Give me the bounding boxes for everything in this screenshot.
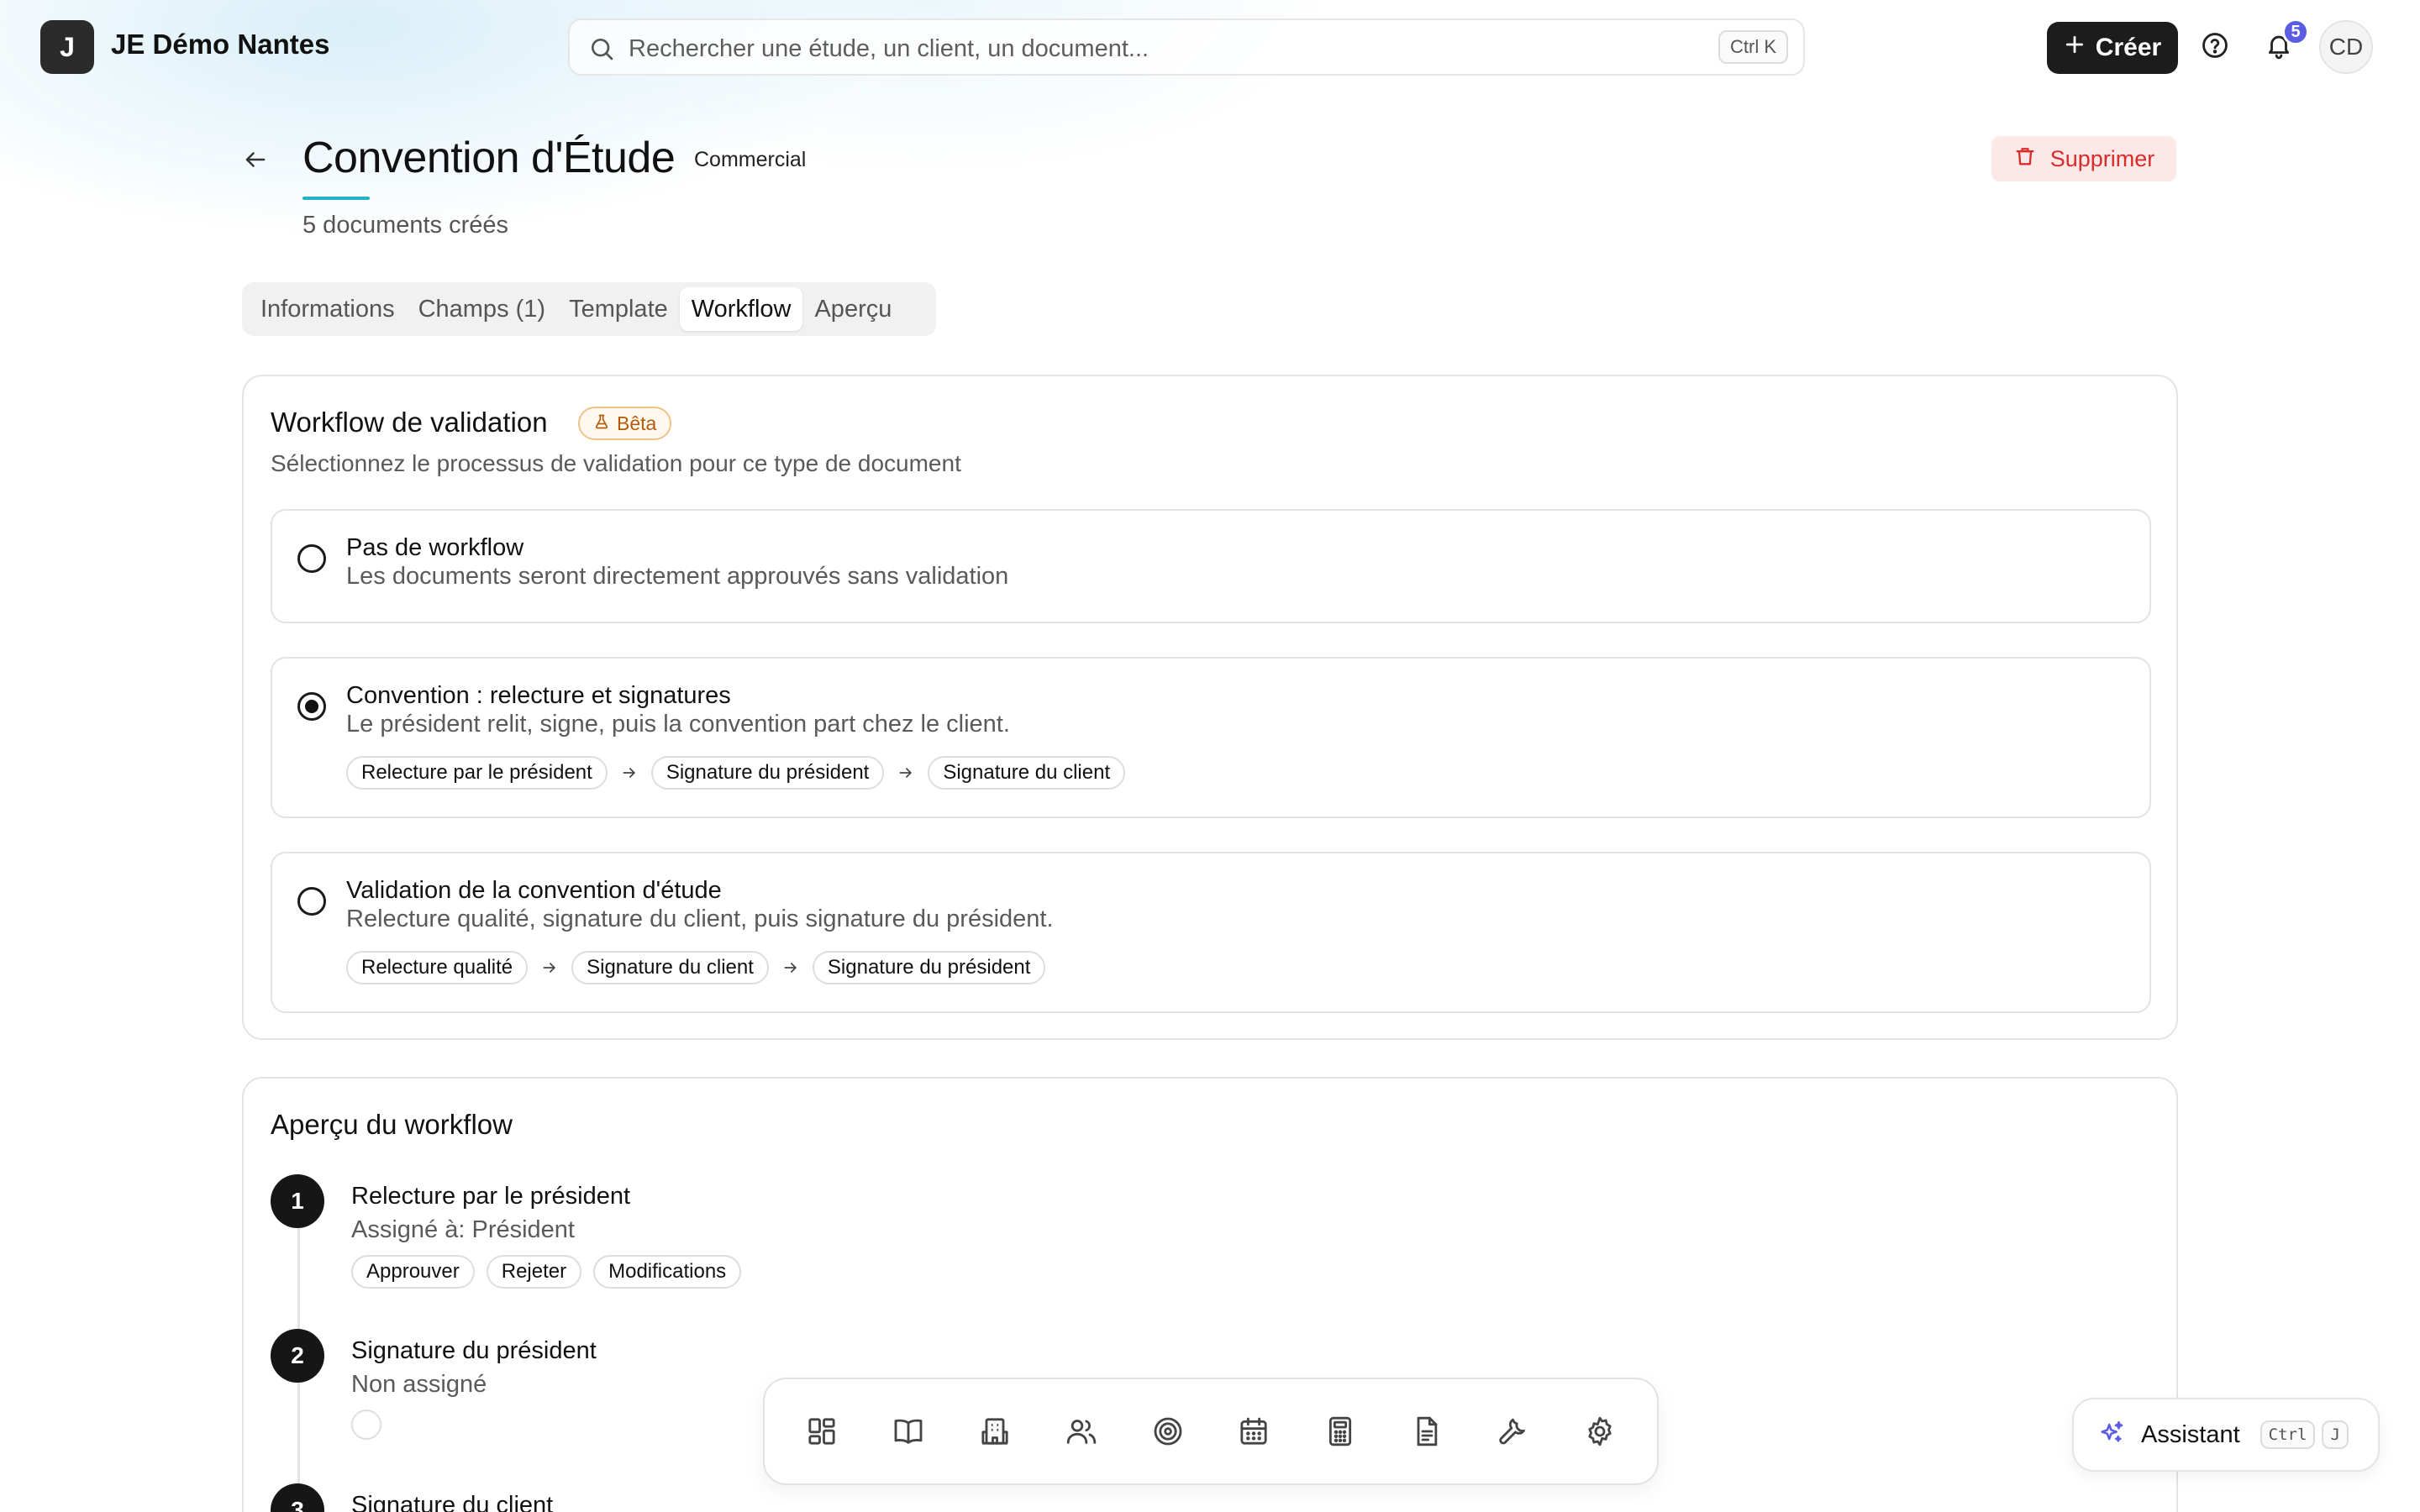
option-title: Validation de la convention d'étude (346, 877, 722, 904)
option-description: Relecture qualité, signature du client, … (346, 906, 1054, 932)
radio-button[interactable] (297, 887, 326, 916)
step-title: Signature du client (351, 1492, 554, 1512)
action-chip-modifications: Modifications (593, 1255, 742, 1289)
arrow-right-icon (781, 958, 801, 978)
document-count: 5 documents créés (302, 212, 509, 239)
beta-badge-label: Bêta (617, 412, 657, 434)
step-chip: Signature du président (812, 951, 1046, 984)
workflow-option-convention-relecture[interactable]: Convention : relecture et signatures Le … (271, 657, 2151, 818)
tab-apercu[interactable]: Aperçu (802, 287, 903, 331)
calendar-icon[interactable] (1227, 1404, 1281, 1458)
step-title: Signature du président (351, 1337, 597, 1364)
step-chip: Signature du président (650, 756, 885, 790)
delete-button[interactable]: Supprimer (1991, 136, 2176, 181)
tab-template[interactable]: Template (557, 287, 680, 331)
notification-count-badge: 5 (2282, 18, 2309, 45)
option-title: Convention : relecture et signatures (346, 682, 731, 709)
arrow-right-icon (619, 763, 639, 783)
option-description: Les documents seront directement approuv… (346, 563, 1009, 590)
book-icon[interactable] (881, 1404, 935, 1458)
tab-bar: Informations Champs (1) Template Workflo… (242, 282, 936, 336)
shortcut-key: J (2322, 1420, 2349, 1449)
back-button[interactable] (239, 144, 272, 178)
step-number: 2 (271, 1329, 324, 1383)
step-assignee: Non assigné (351, 1371, 487, 1398)
radio-button[interactable] (297, 544, 326, 573)
dashboard-icon[interactable] (795, 1404, 849, 1458)
option-title: Pas de workflow (346, 534, 524, 561)
action-chip-reject: Rejeter (486, 1255, 582, 1289)
preview-card-title: Aperçu du workflow (271, 1109, 513, 1140)
search-shortcut: Ctrl K (1718, 30, 1788, 64)
users-icon[interactable] (1055, 1404, 1108, 1458)
top-bar: J JE Démo Nantes Rechercher une étude, u… (0, 0, 2420, 94)
step-chip: Signature du client (928, 756, 1126, 790)
org-name[interactable]: JE Démo Nantes (111, 29, 329, 60)
option-description: Le président relit, signe, puis la conve… (346, 711, 1010, 738)
settings-icon[interactable] (1573, 1404, 1627, 1458)
step-title: Relecture par le président (351, 1183, 631, 1210)
radio-button-selected[interactable] (297, 692, 326, 721)
create-button-label: Créer (2095, 34, 2162, 61)
trash-icon (2013, 144, 2037, 174)
category-badge: Commercial (694, 148, 807, 171)
org-logo[interactable]: J (40, 20, 94, 74)
user-avatar[interactable]: CD (2319, 20, 2373, 74)
help-button[interactable] (2193, 25, 2237, 69)
delete-button-label: Supprimer (2049, 145, 2155, 171)
arrow-right-icon (896, 763, 916, 783)
create-button[interactable]: Créer (2047, 22, 2178, 74)
assistant-shortcut: Ctrl J (2260, 1420, 2349, 1449)
search-bar[interactable]: Rechercher une étude, un client, un docu… (568, 18, 1805, 76)
title-underline (302, 197, 370, 200)
step-number: 1 (271, 1174, 324, 1228)
arrow-left-icon (243, 147, 268, 176)
page-title: Convention d'Étude (302, 134, 676, 182)
building-icon[interactable] (968, 1404, 1022, 1458)
workflow-option-validation-convention[interactable]: Validation de la convention d'étude Rele… (271, 852, 2151, 1013)
document-icon[interactable] (1400, 1404, 1454, 1458)
beta-badge: Bêta (578, 407, 672, 440)
flask-icon (593, 412, 610, 435)
shortcut-key: Ctrl (2260, 1420, 2316, 1449)
empty-actions-placeholder (351, 1410, 381, 1440)
search-icon (588, 35, 615, 62)
bottom-dock (763, 1378, 1659, 1485)
arrow-right-icon (539, 958, 560, 978)
calculator-icon[interactable] (1313, 1404, 1367, 1458)
action-chip-approve: Approuver (351, 1255, 475, 1289)
workflow-card-title: Workflow de validation (271, 407, 548, 438)
step-number: 3 (271, 1483, 324, 1512)
step-chip: Relecture qualité (346, 951, 529, 984)
plus-icon (2064, 34, 2086, 62)
step-actions: Approuver Rejeter Modifications (351, 1255, 742, 1289)
step-assignee: Assigné à: Président (351, 1216, 575, 1243)
assistant-button[interactable]: Assistant Ctrl J (2072, 1398, 2380, 1472)
tab-champs[interactable]: Champs (1) (407, 287, 558, 331)
sparkles-icon (2097, 1419, 2126, 1452)
tab-informations[interactable]: Informations (249, 287, 407, 331)
help-icon (2201, 31, 2229, 64)
assistant-label: Assistant (2141, 1420, 2240, 1448)
workflow-card-subtitle: Sélectionnez le processus de validation … (271, 450, 961, 476)
tab-workflow[interactable]: Workflow (679, 287, 803, 331)
option-steps: Relecture qualité Signature du client Si… (346, 951, 1046, 984)
step-chip: Signature du client (571, 951, 769, 984)
wrench-icon[interactable] (1486, 1404, 1540, 1458)
step-chip: Relecture par le président (346, 756, 608, 790)
search-placeholder[interactable]: Rechercher une étude, un client, un docu… (629, 35, 1149, 63)
workflow-option-none[interactable]: Pas de workflow Les documents seront dir… (271, 509, 2151, 623)
target-icon[interactable] (1141, 1404, 1195, 1458)
workflow-selection-card: Workflow de validation Bêta Sélectionnez… (242, 375, 2178, 1040)
option-steps: Relecture par le président Signature du … (346, 756, 1126, 790)
